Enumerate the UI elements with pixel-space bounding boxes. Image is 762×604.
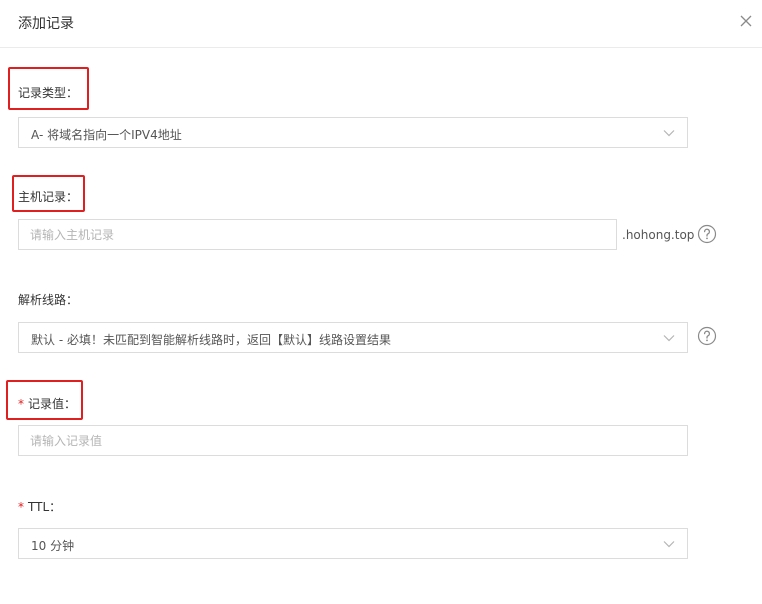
highlight-box-host-record	[12, 175, 85, 212]
record-value-field[interactable]	[18, 425, 688, 456]
required-mark: *	[18, 500, 24, 514]
domain-suffix: .hohong.top	[622, 228, 695, 242]
question-circle-icon[interactable]	[697, 224, 717, 244]
ttl-label: TTL：	[28, 500, 62, 514]
host-record-input[interactable]	[19, 220, 616, 249]
record-type-select[interactable]: A- 将域名指向一个IPV4地址	[18, 117, 688, 148]
resolve-line-select[interactable]: 默认 - 必填！未匹配到智能解析线路时，返回【默认】线路设置结果	[18, 322, 688, 353]
ttl-label-row: * TTL：	[18, 498, 61, 515]
dialog-title: 添加记录	[18, 16, 74, 32]
resolve-line-value: 默认 - 必填！未匹配到智能解析线路时，返回【默认】线路设置结果	[31, 333, 391, 347]
question-circle-icon[interactable]	[697, 326, 717, 346]
highlight-box-record-type	[8, 67, 89, 110]
resolve-line-label: 解析线路：	[18, 293, 79, 307]
close-icon[interactable]	[738, 13, 754, 29]
record-value-input[interactable]	[19, 426, 687, 455]
host-record-field[interactable]	[18, 219, 617, 250]
chevron-down-icon	[663, 541, 675, 548]
highlight-box-record-value	[6, 380, 83, 420]
chevron-down-icon	[663, 130, 675, 137]
chevron-down-icon	[663, 335, 675, 342]
ttl-value: 10 分钟	[31, 539, 75, 553]
dialog-header: 添加记录	[0, 0, 762, 48]
ttl-select[interactable]: 10 分钟	[18, 528, 688, 559]
record-type-value: A- 将域名指向一个IPV4地址	[31, 128, 182, 142]
